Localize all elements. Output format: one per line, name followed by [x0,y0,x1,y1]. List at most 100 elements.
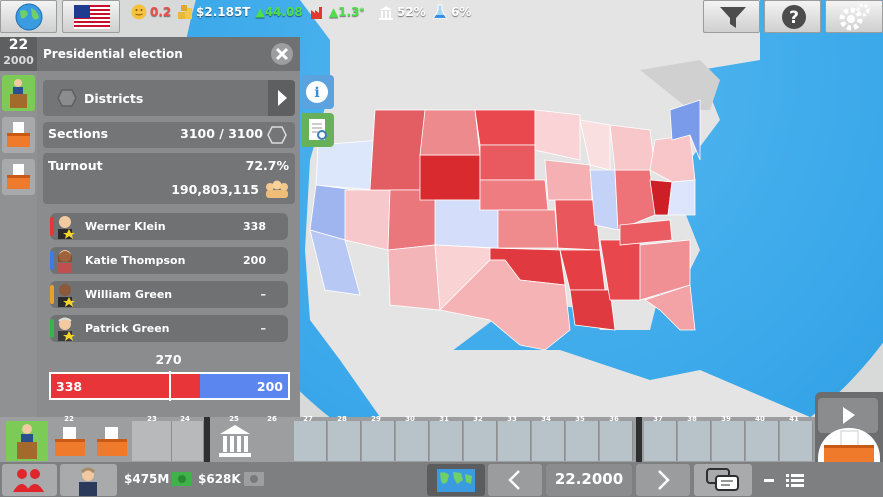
timeline-event-ballot[interactable] [50,421,90,461]
candidate-row[interactable]: Patrick Green – [50,315,288,342]
info-icon: i [306,81,328,103]
districts-selector[interactable]: Districts [43,80,295,116]
list-menu-icon [786,474,804,487]
turnout-percent: 72.7% [245,158,289,173]
timeline-slot[interactable] [170,421,204,461]
cash-grey-icon [243,472,264,486]
timeline-slot[interactable] [678,421,711,461]
candidate-row[interactable]: Werner Klein 338 [50,213,288,240]
globe-button[interactable] [0,0,57,33]
happiness-stat[interactable]: 0.2 [131,3,171,21]
timeline-slot[interactable] [362,421,395,461]
bottom-bar: $475M $628K 22.2000 [0,462,883,497]
timeline-day-number: 31 [439,415,449,423]
timeline-slot[interactable] [294,421,327,461]
top-bar: 0.2 $2.185T ▲ 44.08 ▲ 1.3 * 52% 6% ? [0,0,883,34]
timeline-slot[interactable] [712,421,745,461]
timeline-slot[interactable] [464,421,497,461]
report-button[interactable] [302,113,334,147]
timeline-day-number: 35 [575,415,585,423]
timeline-slot[interactable] [644,421,677,461]
candidate-votes: 338 [243,220,266,233]
state-montana-east [419,109,481,156]
timeline-slot[interactable] [566,421,599,461]
timeline-slot[interactable] [396,421,429,461]
leader-button[interactable] [60,464,117,496]
us-flag-icon [74,5,110,29]
candidate-name: Katie Thompson [85,254,186,267]
world-map-button[interactable] [427,464,485,496]
messages-button[interactable] [694,464,752,496]
approval-stat[interactable]: 52% [378,3,426,21]
money-value: $2.185T [196,5,251,19]
timeline-slot[interactable] [780,421,813,461]
timeline-event-speech[interactable] [6,421,48,461]
presidential-election-tab[interactable] [2,75,35,111]
leader-avatar-icon [79,467,97,496]
help-button[interactable]: ? [764,0,821,33]
turnout-label: Turnout [48,158,103,173]
timeline-event-ballot[interactable] [92,421,132,461]
election-panel: Presidential election Districts Sections… [37,37,300,417]
timeline-slot[interactable] [746,421,779,461]
next-turn-panel [815,392,883,462]
candidate-avatar [58,250,72,273]
menu-button[interactable] [783,464,808,496]
timeline-day-number: 36 [609,415,619,423]
candidate-votes: – [260,322,267,335]
next-date-button[interactable] [636,464,690,496]
timeline-slot[interactable] [532,421,565,461]
candidate-name: Patrick Green [85,322,170,335]
state-arizona [387,244,441,311]
country-flag-button[interactable] [62,0,120,33]
state-indiana-ohio [614,169,656,231]
money-stat[interactable]: $2.185T ▲ 44.08 [177,3,303,21]
collapse-button[interactable] [756,464,783,496]
research-stat[interactable]: 6% [432,3,471,21]
ballot-tab-1[interactable] [2,117,35,153]
funds-b: $628K [198,472,264,486]
state-north-dakota [474,109,536,146]
timeline-slot[interactable] [430,421,463,461]
timeline-slot[interactable] [498,421,531,461]
funds-a: $475M [124,472,193,486]
electoral-vote-bar: 338 200 [49,371,290,401]
state-nebraska [479,179,549,211]
timeline-slot[interactable] [600,421,633,461]
capitol-icon [219,425,251,457]
timeline-day-number: 37 [653,415,663,423]
world-map-icon [437,469,475,492]
filter-icon [720,7,746,28]
ballot-tab-2[interactable] [2,159,35,195]
timeline-slot[interactable] [132,421,172,461]
ballot-box-icon [824,430,874,462]
timeline-slot[interactable] [328,421,361,461]
timeline-day-number: 30 [405,415,415,423]
industry-stat[interactable]: ▲ 1.3 * [310,3,364,21]
election-mode-strip: 22 2000 [0,37,37,417]
podium-speaker-icon [10,79,27,108]
candidate-row[interactable]: William Green – [50,281,288,308]
approval-value: 52% [397,5,426,19]
minus-icon [764,479,774,482]
timeline-day-number: 32 [473,415,483,423]
date-year: 2000 [3,54,34,67]
timeline-event-government[interactable] [215,421,255,461]
state-minnesota [534,109,581,161]
timeline-day-number: 22 [64,415,74,423]
previous-date-button[interactable] [488,464,542,496]
industry-value: 1.3 [338,5,360,19]
document-search-icon [309,119,327,140]
current-date: 22.2000 [546,464,632,496]
settings-button[interactable] [825,0,883,33]
funds-b-value: $628K [198,472,241,486]
filter-button[interactable] [703,0,760,33]
people-button[interactable] [2,464,57,496]
election-timeline[interactable]: 22 23 24 25 26 27 28 29 30 31 32 33 34 35 36 37 38 39 40 41 [0,415,815,462]
turnout-count: 190,803,115 [171,182,259,197]
candidate-row[interactable]: Katie Thompson 200 [50,247,288,274]
info-button[interactable]: i [302,75,334,109]
close-icon[interactable] [270,42,294,66]
vote-button[interactable] [818,428,880,462]
districts-arrow-button[interactable] [268,80,295,116]
